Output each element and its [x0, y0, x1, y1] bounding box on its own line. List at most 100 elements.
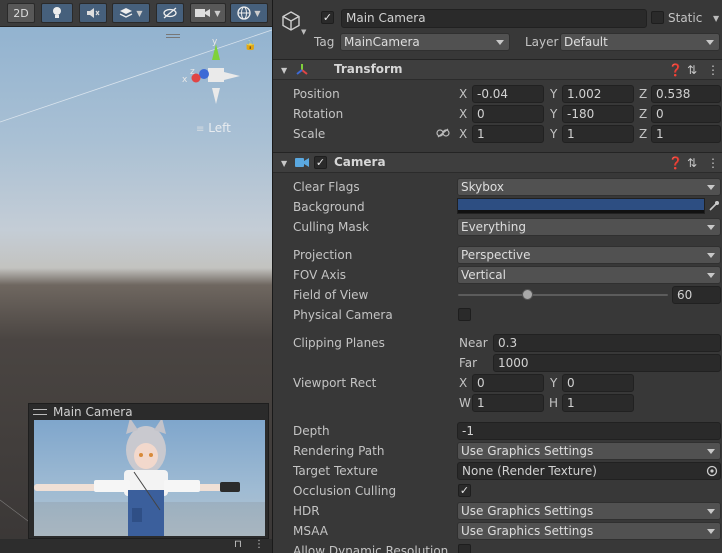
- rotation-z-field[interactable]: 0: [651, 105, 721, 123]
- msaa-label: MSAA: [293, 524, 328, 538]
- scene-bottom-bar: ⊓ ⋮: [0, 539, 272, 553]
- orientation-gizmo[interactable]: y x z: [180, 36, 248, 108]
- clear-flags-dropdown[interactable]: Skybox: [457, 178, 721, 196]
- chevron-down-icon: ▼: [254, 8, 261, 18]
- physical-camera-checkbox[interactable]: [458, 308, 471, 321]
- constrain-proportions-link-icon[interactable]: [436, 128, 450, 138]
- rotation-z-label[interactable]: Z: [639, 106, 647, 122]
- camera-header[interactable]: ▼ ✓ Camera ❓ ⇅ ⋮: [273, 152, 722, 173]
- far-clip-field[interactable]: 1000: [493, 354, 721, 372]
- help-icon[interactable]: ❓: [668, 62, 683, 78]
- viewport-rect-label: Viewport Rect: [293, 376, 377, 390]
- viewport-x-field[interactable]: 0: [472, 374, 544, 392]
- position-y-field[interactable]: 1.002: [562, 85, 634, 103]
- viewport-w-label[interactable]: W: [459, 395, 471, 411]
- scale-y-label[interactable]: Y: [550, 126, 557, 142]
- clear-flags-label: Clear Flags: [293, 180, 360, 194]
- viewport-h-label[interactable]: H: [549, 395, 558, 411]
- clipping-planes-label: Clipping Planes: [293, 336, 385, 350]
- help-icon[interactable]: ❓: [668, 155, 683, 171]
- rotation-y-field[interactable]: -180: [562, 105, 634, 123]
- lighting-toggle-button[interactable]: [41, 3, 73, 23]
- 2d-toggle-button[interactable]: 2D: [7, 3, 35, 23]
- static-checkbox[interactable]: [651, 11, 664, 24]
- scene-view[interactable]: 2D ▼ ▼ ▼ 🔒 y x z ≡ Left Main Camera ⊓ ⋮: [0, 0, 272, 553]
- gizmo-center-cube[interactable]: [208, 68, 224, 82]
- foldout-arrow-icon[interactable]: ▼: [281, 63, 287, 79]
- scene-visibility-button[interactable]: [156, 3, 184, 23]
- scale-z-label[interactable]: Z: [639, 126, 647, 142]
- more-menu-icon[interactable]: ⋮: [707, 155, 719, 171]
- field-of-view-label: Field of View: [293, 288, 369, 302]
- field-of-view-slider-track[interactable]: [458, 294, 668, 296]
- chevron-down-icon: ▼: [214, 8, 221, 18]
- position-x-label[interactable]: X: [459, 86, 467, 102]
- field-of-view-field[interactable]: 60: [672, 286, 721, 304]
- allow-dynamic-resolution-checkbox[interactable]: [458, 544, 471, 553]
- rotation-x-field[interactable]: 0: [472, 105, 544, 123]
- viewport-h-field[interactable]: 1: [562, 394, 634, 412]
- eyedropper-icon[interactable]: [708, 200, 720, 212]
- effects-dropdown-button[interactable]: ▼: [112, 3, 150, 23]
- near-clip-field[interactable]: 0.3: [493, 334, 721, 352]
- rotation-y-label[interactable]: Y: [550, 106, 557, 122]
- chevron-down-icon: ▼: [136, 8, 143, 18]
- lock-icon[interactable]: ⊓: [234, 539, 242, 550]
- position-x-field[interactable]: -0.04: [472, 85, 544, 103]
- view-orientation-label[interactable]: ≡ Left: [196, 121, 231, 135]
- gizmo-z-axis[interactable]: [199, 69, 209, 79]
- transform-header[interactable]: ▼ Transform ❓ ⇅ ⋮: [273, 59, 722, 80]
- fov-axis-dropdown[interactable]: Vertical: [457, 266, 721, 284]
- field-of-view-slider-thumb[interactable]: [521, 289, 533, 300]
- msaa-dropdown[interactable]: Use Graphics Settings: [457, 522, 721, 540]
- culling-mask-dropdown[interactable]: Everything: [457, 218, 721, 236]
- position-z-label[interactable]: Z: [639, 86, 647, 102]
- presets-sliders-icon[interactable]: ⇅: [687, 155, 697, 171]
- globe-icon: [237, 6, 252, 20]
- viewport-w-field[interactable]: 1: [472, 394, 544, 412]
- fov-axis-label: FOV Axis: [293, 268, 347, 282]
- gizmo-neg-y-axis[interactable]: [212, 88, 220, 104]
- near-label[interactable]: Near: [459, 335, 488, 351]
- menu-icon[interactable]: ⋮: [254, 539, 264, 550]
- rendering-path-dropdown[interactable]: Use Graphics Settings: [457, 442, 721, 460]
- static-dropdown-arrow[interactable]: ▼: [713, 14, 719, 23]
- presets-sliders-icon[interactable]: ⇅: [687, 62, 697, 78]
- hdr-dropdown[interactable]: Use Graphics Settings: [457, 502, 721, 520]
- gizmo-y-label: y: [212, 37, 218, 47]
- viewport-y-label[interactable]: Y: [550, 375, 557, 391]
- culling-mask-label: Culling Mask: [293, 220, 369, 234]
- background-color-field[interactable]: [457, 198, 705, 214]
- icon-dropdown-arrow[interactable]: ▼: [301, 28, 306, 36]
- scale-label: Scale: [293, 127, 326, 141]
- camera-enabled-checkbox[interactable]: ✓: [314, 156, 327, 169]
- audio-toggle-button[interactable]: [79, 3, 107, 23]
- depth-field[interactable]: -1: [457, 422, 721, 440]
- scale-y-field[interactable]: 1: [562, 125, 634, 143]
- viewport-x-label[interactable]: X: [459, 375, 467, 391]
- gizmo-x-label: x: [182, 75, 188, 85]
- gizmo-neg-x-axis[interactable]: [224, 72, 240, 80]
- rotation-x-label[interactable]: X: [459, 106, 467, 122]
- projection-dropdown[interactable]: Perspective: [457, 246, 721, 264]
- scene-toolbar: 2D ▼ ▼ ▼: [0, 0, 272, 27]
- viewport-y-field[interactable]: 0: [562, 374, 634, 392]
- scale-z-field[interactable]: 1: [651, 125, 721, 143]
- occlusion-culling-checkbox[interactable]: ✓: [458, 484, 471, 497]
- gameobject-active-checkbox[interactable]: ✓: [321, 11, 334, 24]
- target-texture-field[interactable]: None (Render Texture): [457, 462, 721, 480]
- foldout-arrow-icon[interactable]: ▼: [281, 156, 287, 172]
- scale-x-field[interactable]: 1: [472, 125, 544, 143]
- position-z-field[interactable]: 0.538: [651, 85, 721, 103]
- object-picker-icon[interactable]: [706, 465, 718, 477]
- panel-drag-handle[interactable]: [166, 34, 180, 38]
- scene-camera-dropdown[interactable]: ▼: [190, 3, 226, 23]
- layer-dropdown[interactable]: Default: [560, 33, 720, 51]
- gizmos-dropdown-button[interactable]: ▼: [230, 3, 268, 23]
- position-y-label[interactable]: Y: [550, 86, 557, 102]
- far-label[interactable]: Far: [459, 355, 477, 371]
- more-menu-icon[interactable]: ⋮: [707, 62, 719, 78]
- scale-x-label[interactable]: X: [459, 126, 467, 142]
- tag-dropdown[interactable]: MainCamera: [340, 33, 510, 51]
- gameobject-name-field[interactable]: Main Camera: [341, 9, 647, 28]
